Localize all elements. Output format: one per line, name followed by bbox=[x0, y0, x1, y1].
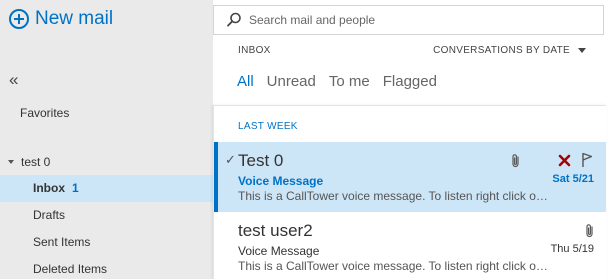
unread-count: 1 bbox=[72, 181, 79, 195]
search-icon bbox=[227, 12, 241, 27]
chevron-down-icon bbox=[578, 48, 586, 53]
folder-drafts[interactable]: Drafts bbox=[0, 202, 213, 229]
filter-bar: All Unread To me Flagged bbox=[237, 73, 450, 90]
folder-label: Sent Items bbox=[33, 235, 91, 249]
folder-sent-items[interactable]: Sent Items bbox=[0, 229, 213, 256]
search-box[interactable] bbox=[213, 5, 604, 35]
favorites-header[interactable]: Favorites bbox=[20, 106, 69, 120]
new-mail-button[interactable]: New mail bbox=[9, 7, 113, 31]
delete-icon[interactable] bbox=[558, 154, 571, 167]
message-list-pane: INBOX CONVERSATIONS BY DATE All Unread T… bbox=[213, 0, 613, 279]
sort-label: CONVERSATIONS BY DATE bbox=[433, 45, 570, 56]
expand-triangle-icon[interactable] bbox=[8, 160, 14, 164]
folder-deleted-items[interactable]: Deleted Items bbox=[0, 256, 213, 279]
filter-flagged[interactable]: Flagged bbox=[383, 73, 437, 90]
current-folder-label: INBOX bbox=[238, 45, 271, 56]
folder-label: Inbox bbox=[33, 181, 65, 195]
message-subject: Voice Message bbox=[238, 244, 320, 258]
sort-dropdown[interactable]: CONVERSATIONS BY DATE bbox=[433, 45, 586, 56]
message-preview: This is a CallTower voice message. To li… bbox=[238, 189, 548, 203]
filter-unread[interactable]: Unread bbox=[267, 73, 316, 90]
plus-circle-icon bbox=[9, 9, 29, 29]
message-date: Sat 5/21 bbox=[552, 173, 594, 185]
new-mail-label: New mail bbox=[35, 8, 114, 29]
message-sender: Test 0 bbox=[238, 151, 284, 170]
folder-label: Drafts bbox=[33, 208, 66, 222]
paperclip-icon bbox=[512, 154, 519, 168]
group-header: LAST WEEK bbox=[238, 121, 298, 132]
checkmark-icon[interactable]: ✓ bbox=[225, 152, 236, 168]
message-preview: This is a CallTower voice message. To li… bbox=[238, 259, 548, 273]
message-item[interactable]: ✓ Test 0 Voice Message Sat 5/21 This is … bbox=[214, 142, 606, 212]
filter-to-me[interactable]: To me bbox=[329, 73, 370, 90]
filter-all[interactable]: All bbox=[237, 73, 254, 90]
folder-label: Deleted Items bbox=[33, 262, 108, 276]
message-sender: test user2 bbox=[238, 221, 313, 240]
paperclip-icon bbox=[586, 224, 593, 238]
collapse-pane-icon[interactable]: « bbox=[9, 70, 18, 90]
account-folder-header[interactable]: test 0 bbox=[8, 155, 50, 169]
search-input[interactable] bbox=[249, 13, 569, 27]
message-subject: Voice Message bbox=[238, 174, 324, 188]
folder-inbox[interactable]: Inbox 1 bbox=[0, 175, 213, 202]
navigation-pane: New mail « Favorites test 0 Inbox 1 Draft… bbox=[0, 0, 213, 279]
flag-icon[interactable] bbox=[581, 152, 593, 168]
message-list: LAST WEEK ✓ Test 0 Voice Message Sat 5/2… bbox=[213, 105, 606, 279]
account-name: test 0 bbox=[21, 155, 51, 169]
message-item[interactable]: test user2 Voice Message Thu 5/19 This i… bbox=[214, 212, 606, 279]
message-date: Thu 5/19 bbox=[550, 243, 594, 255]
